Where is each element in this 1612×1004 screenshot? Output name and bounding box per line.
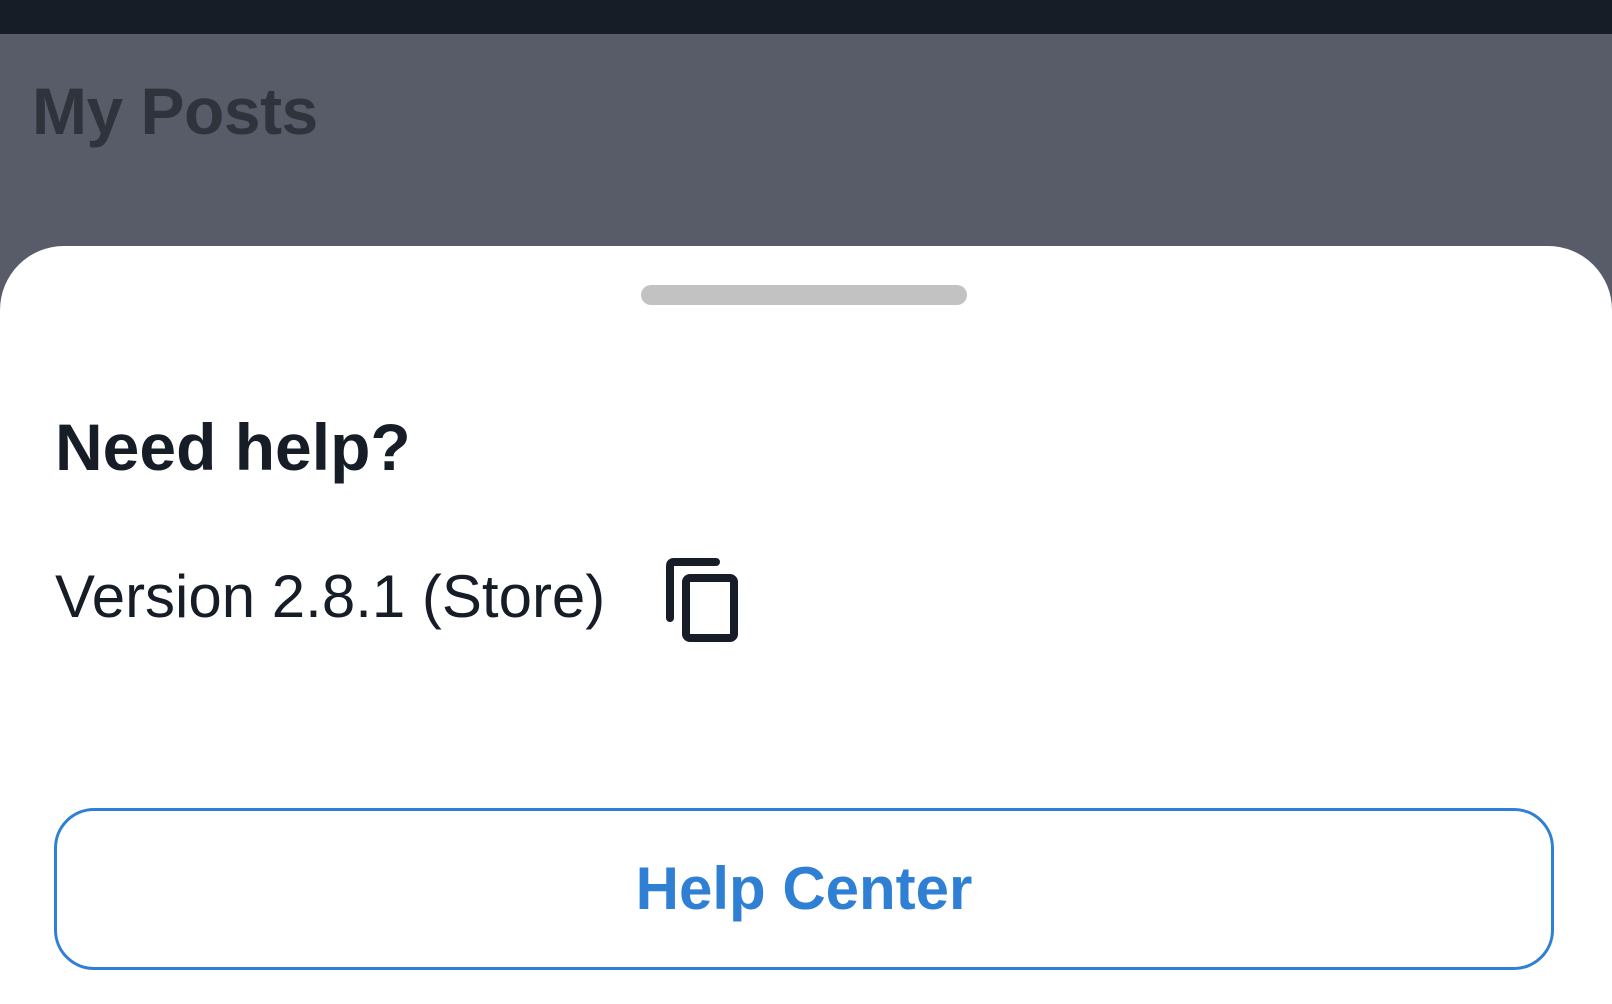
sheet-title: Need help? — [55, 410, 411, 484]
help-center-label: Help Center — [635, 855, 973, 922]
version-label: Version 2.8.1 (Store) — [55, 563, 606, 630]
status-bar — [0, 0, 1612, 34]
help-center-button[interactable]: Help Center — [54, 808, 1554, 970]
sheet-drag-handle[interactable] — [641, 285, 967, 305]
app-screen: My Posts Need help? Version 2.8.1 (Store… — [0, 0, 1612, 1004]
page-title: My Posts — [32, 74, 318, 148]
copy-icon — [666, 558, 738, 642]
copy-version-button[interactable] — [664, 558, 742, 644]
